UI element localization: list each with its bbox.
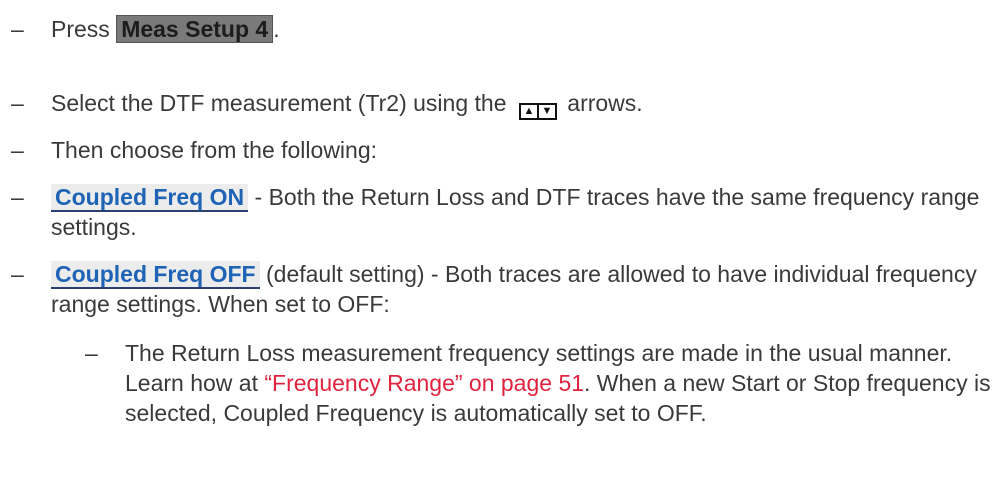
text-period: . — [273, 16, 280, 42]
text-press: Press — [51, 16, 110, 42]
list-item-text: Press Meas Setup 4. — [51, 14, 987, 44]
coupled-freq-off-softkey: Coupled Freq OFF — [51, 261, 260, 289]
frequency-range-link[interactable]: “Frequency Range” on page 51 — [264, 370, 584, 396]
bullet-dash: – — [11, 90, 24, 116]
bullet-dash: – — [11, 261, 24, 287]
text-arrows: arrows. — [567, 90, 643, 116]
list-item-text: Coupled Freq ON - Both the Return Loss a… — [51, 182, 987, 242]
text-select-dtf: Select the DTF measurement (Tr2) using t… — [51, 90, 507, 116]
document-page: – Press Meas Setup 4. – Select the DTF m… — [0, 0, 1007, 497]
list-item-text: Coupled Freq OFF (default setting) - Bot… — [51, 259, 987, 319]
sub-list-item-text: The Return Loss measurement frequency se… — [125, 338, 997, 428]
up-down-arrow-keys-icon: ▲ ▼ — [518, 103, 557, 120]
list-item-text: Then choose from the following: — [51, 137, 378, 163]
meas-setup-hardkey: Meas Setup 4 — [116, 15, 274, 43]
bullet-dash: – — [11, 184, 24, 210]
list-item-text: Select the DTF measurement (Tr2) using t… — [51, 88, 987, 120]
coupled-freq-on-softkey: Coupled Freq ON — [51, 184, 249, 212]
bullet-dash: – — [11, 137, 24, 163]
bullet-dash: – — [11, 16, 24, 42]
bullet-dash: – — [85, 340, 98, 366]
